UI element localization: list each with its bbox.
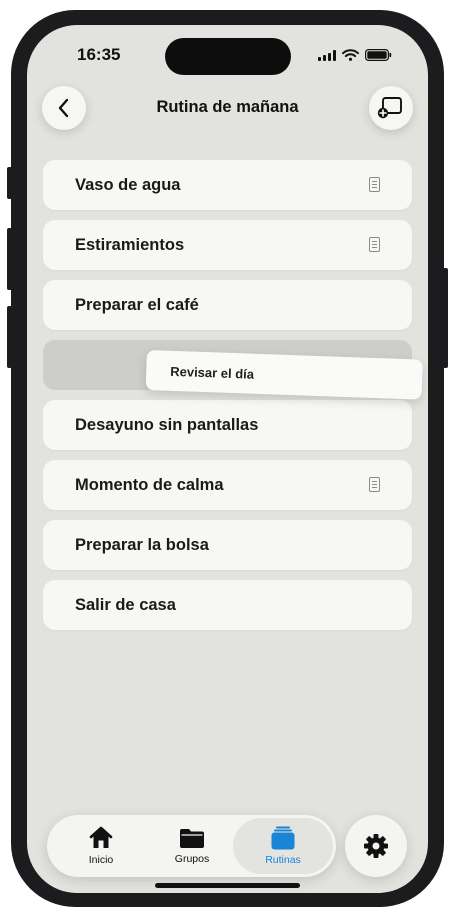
list-item-label: Preparar la bolsa [75, 536, 209, 554]
status-time: 16:35 [77, 45, 121, 64]
cellular-signal-icon [318, 49, 336, 61]
add-cast-button[interactable] [369, 86, 413, 130]
home-indicator[interactable] [155, 883, 300, 888]
wifi-icon [342, 49, 359, 61]
gear-icon [364, 834, 388, 858]
note-icon [369, 477, 380, 492]
page-title: Rutina de mañana [156, 98, 299, 116]
house-icon [89, 826, 113, 848]
screen: 16:35 Rutina de mañana Vaso de agua Esti… [27, 25, 428, 893]
folder-icon [180, 829, 204, 848]
list-item[interactable]: Salir de casa [43, 580, 412, 630]
list-item-label: Salir de casa [75, 596, 176, 614]
tab-inicio[interactable]: Inicio [61, 815, 141, 877]
list-item-label: Momento de calma [75, 476, 224, 494]
battery-icon [365, 49, 392, 61]
list-item[interactable]: Vaso de agua [43, 160, 412, 210]
tab-rutinas[interactable]: Rutinas [233, 818, 333, 874]
tab-label: Inicio [88, 854, 114, 866]
dragging-item-label: Revisar el día [170, 363, 255, 382]
settings-button[interactable] [345, 815, 407, 877]
status-icons [318, 49, 392, 61]
tab-bar: Inicio Grupos Rutinas [47, 815, 336, 877]
dynamic-island [165, 38, 291, 75]
tab-grupos[interactable]: Grupos [151, 815, 233, 877]
tab-label: Grupos [174, 853, 210, 865]
list-item[interactable]: Momento de calma [43, 460, 412, 510]
tab-label: Rutinas [265, 854, 301, 866]
add-cast-icon [377, 97, 402, 119]
stack-icon [271, 826, 295, 850]
list-item-label: Desayuno sin pantallas [75, 416, 259, 434]
note-icon [369, 237, 380, 252]
list-item[interactable]: Preparar la bolsa [43, 520, 412, 570]
list-item[interactable]: Estiramientos [43, 220, 412, 270]
list-item-label: Estiramientos [75, 236, 185, 254]
dragging-list-item[interactable]: Revisar el día [145, 350, 423, 400]
list-item[interactable]: Preparar el café [43, 280, 412, 330]
list-item-label: Preparar el café [75, 296, 199, 314]
list-item-label: Vaso de agua [75, 176, 181, 194]
note-icon [369, 177, 380, 192]
list-item[interactable]: Desayuno sin pantallas [43, 400, 412, 450]
